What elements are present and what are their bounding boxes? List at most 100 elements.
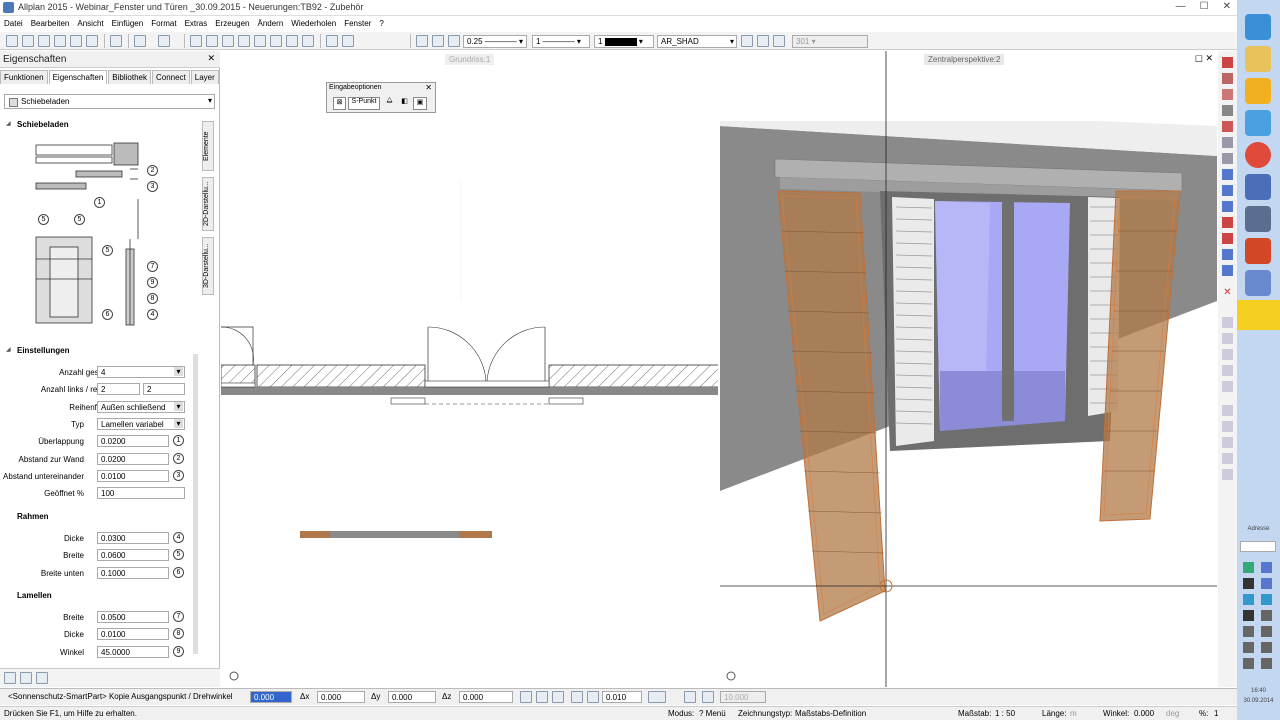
track-icon[interactable]: [536, 691, 548, 703]
sum-icon[interactable]: [1222, 437, 1233, 448]
address-input[interactable]: [1240, 541, 1276, 552]
grid-step-icon[interactable]: [587, 691, 599, 703]
move-tool-icon[interactable]: [1222, 185, 1233, 196]
move-icon[interactable]: [286, 35, 298, 47]
symbol-icon[interactable]: [1222, 381, 1233, 392]
library-icon[interactable]: [36, 672, 48, 684]
pencil-icon[interactable]: [1222, 57, 1233, 68]
scale-icon[interactable]: [1222, 265, 1233, 276]
stretch-icon[interactable]: [1222, 233, 1233, 244]
menu-help[interactable]: ?: [375, 17, 387, 31]
perspective-view[interactable]: Zentralperspektive:2 ☐ ✕: [720, 51, 1217, 687]
measure-icon[interactable]: [1222, 317, 1233, 328]
typ-select[interactable]: Lamellen variabel: [97, 418, 185, 430]
abstand-untereinander-input[interactable]: 0.0100: [97, 470, 169, 482]
format-brush-icon[interactable]: [416, 35, 428, 47]
export-icon[interactable]: [110, 35, 122, 47]
tray-icon-2[interactable]: [1261, 562, 1272, 573]
maximize-button[interactable]: ☐: [1200, 1, 1209, 12]
vtab-3d-darstellung[interactable]: 3D-Darstellu...: [202, 237, 214, 295]
favorites-icon[interactable]: [4, 672, 16, 684]
draw-icon[interactable]: [326, 35, 338, 47]
network-icon[interactable]: [1243, 642, 1254, 653]
cut-icon[interactable]: [190, 35, 202, 47]
ueberlappung-input[interactable]: 0.0200: [97, 435, 169, 447]
powerpoint-icon[interactable]: [1245, 238, 1271, 264]
geoeffnet-input[interactable]: 100: [97, 487, 185, 499]
menu-extras[interactable]: Extras: [181, 17, 212, 31]
angle-icon[interactable]: [684, 691, 696, 703]
menu-datei[interactable]: Datei: [0, 17, 27, 31]
reihenfolge-select[interactable]: Außen schließend: [97, 401, 185, 413]
join-icon[interactable]: [1222, 249, 1233, 260]
funnel-icon[interactable]: [1222, 453, 1233, 464]
status-massstab-value[interactable]: 1 : 50: [995, 709, 1015, 718]
tray-icon-9[interactable]: [1243, 626, 1254, 637]
zoom-icon[interactable]: [342, 35, 354, 47]
layer-visibility-icon[interactable]: [757, 35, 769, 47]
connect-app-icon[interactable]: [1245, 110, 1271, 136]
rahmen-dicke-input[interactable]: 0.0300: [97, 532, 169, 544]
menu-erzeugen[interactable]: Erzeugen: [211, 17, 253, 31]
ortho-icon[interactable]: [571, 691, 583, 703]
dx-input[interactable]: 0.000: [317, 691, 365, 703]
dimension-icon[interactable]: [1222, 333, 1233, 344]
delete-tool-icon[interactable]: ✕: [1222, 287, 1233, 298]
format-icon[interactable]: [432, 35, 444, 47]
tab-bibliothek[interactable]: Bibliothek: [108, 70, 151, 84]
tab-layer[interactable]: Layer: [191, 70, 219, 84]
lamellen-breite-input[interactable]: 0.0500: [97, 611, 169, 623]
polyline-icon[interactable]: [1222, 105, 1233, 116]
download-app-icon[interactable]: [1245, 206, 1271, 232]
tray-icon-8[interactable]: [1261, 610, 1272, 621]
explorer-icon[interactable]: [1245, 46, 1271, 72]
tab-funktionen[interactable]: Funktionen: [0, 70, 48, 84]
style-area-select[interactable]: 301 ▾: [792, 35, 868, 48]
tray-icon-5[interactable]: [1243, 594, 1254, 605]
point-mode-icon[interactable]: [520, 691, 532, 703]
mirror-option-icon[interactable]: ⧋: [383, 97, 396, 110]
text-icon[interactable]: [1222, 349, 1233, 360]
rahmen-breite-unten-input[interactable]: 0.1000: [97, 567, 169, 579]
bluetooth-icon[interactable]: [1243, 610, 1254, 621]
status-zeichnungstyp-value[interactable]: Maßstabs-Definition: [795, 709, 866, 718]
select-icon[interactable]: [238, 35, 250, 47]
status-modus-value[interactable]: ? Menü: [699, 709, 726, 718]
grid-size-input[interactable]: 10.000: [720, 691, 766, 703]
snap-mode-icon[interactable]: [552, 691, 564, 703]
element-type-select[interactable]: Schiebeladen▾: [4, 94, 215, 109]
lamellen-winkel-input[interactable]: 45.0000: [97, 646, 169, 658]
tray-icon-4[interactable]: [1261, 578, 1272, 589]
funnel2-icon[interactable]: [1222, 469, 1233, 480]
menu-ansicht[interactable]: Ansicht: [73, 17, 107, 31]
menu-bearbeiten[interactable]: Bearbeiten: [27, 17, 74, 31]
fileset-icon[interactable]: [22, 35, 34, 47]
open-icon[interactable]: [54, 35, 66, 47]
abstand-wand-input[interactable]: 0.0200: [97, 453, 169, 465]
vtab-elemente[interactable]: Elemente: [202, 121, 214, 171]
save-favorite-icon[interactable]: [20, 672, 32, 684]
point-snap-icon[interactable]: ⊠: [333, 97, 346, 110]
tab-eigenschaften[interactable]: Eigenschaften: [49, 70, 108, 84]
anzahl-links-input[interactable]: 2: [97, 383, 140, 395]
view-close-icon[interactable]: ✕: [1205, 53, 1213, 64]
line-tool-icon[interactable]: [1222, 73, 1233, 84]
filter-icon[interactable]: [1222, 405, 1233, 416]
power-icon[interactable]: [1243, 658, 1254, 669]
warning-app-icon[interactable]: [1237, 300, 1280, 330]
hatch-icon[interactable]: [1222, 137, 1233, 148]
rahmen-breite-input[interactable]: 0.0600: [97, 549, 169, 561]
menu-einfuegen[interactable]: Einfügen: [108, 17, 148, 31]
line-color-select[interactable]: 1 ▾: [594, 35, 654, 48]
close-button[interactable]: ✕: [1223, 1, 1231, 12]
ortho-angle-icon[interactable]: [702, 691, 714, 703]
new-icon[interactable]: [38, 35, 50, 47]
save-icon[interactable]: [70, 35, 82, 47]
input-options-close-button[interactable]: ✕: [425, 83, 432, 92]
tab-connect[interactable]: Connect: [152, 70, 190, 84]
dy-input[interactable]: 0.000: [388, 691, 436, 703]
options-icon[interactable]: ▣: [413, 97, 427, 110]
arc-tool-icon[interactable]: [1222, 89, 1233, 100]
reference-icon[interactable]: ◧: [398, 97, 411, 110]
lamellen-dicke-input[interactable]: 0.0100: [97, 628, 169, 640]
